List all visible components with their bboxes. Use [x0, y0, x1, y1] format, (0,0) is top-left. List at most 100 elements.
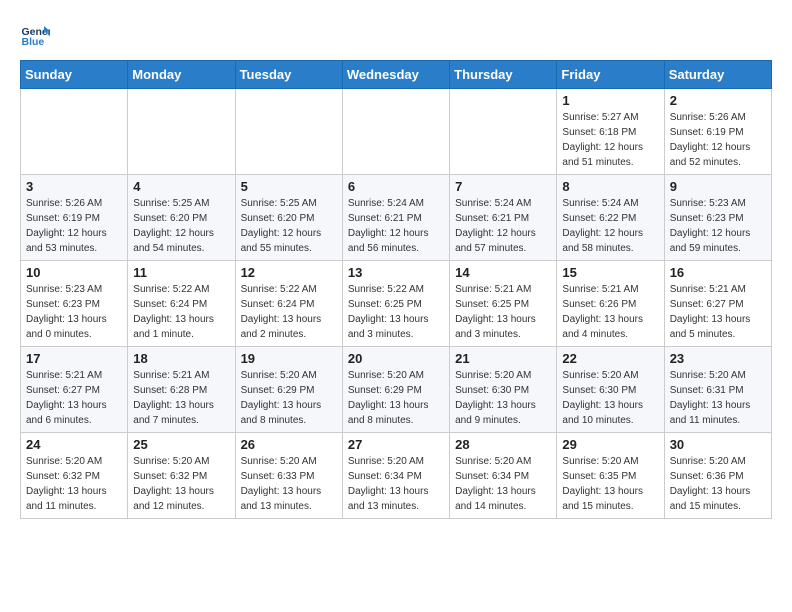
day-info: Sunrise: 5:20 AM Sunset: 6:33 PM Dayligh…	[241, 454, 337, 514]
day-info: Sunrise: 5:26 AM Sunset: 6:19 PM Dayligh…	[26, 196, 122, 256]
calendar-cell: 20Sunrise: 5:20 AM Sunset: 6:29 PM Dayli…	[342, 347, 449, 433]
calendar-cell: 27 Sunrise: 5:20 AM Sunset: 6:34 PM Dayli…	[342, 433, 449, 519]
day-info: Sunrise: 5:20 AM Sunset: 6:31 PM Dayligh…	[670, 368, 766, 428]
weekday-header: Monday	[128, 61, 235, 89]
day-number: 4	[133, 179, 229, 194]
day-info: Sunrise: 5:20 AM Sunset: 6:32 PM Dayligh…	[133, 454, 229, 514]
calendar-cell: 22 Sunrise: 5:20 AM Sunset: 6:30 PM Dayli…	[557, 347, 664, 433]
calendar-cell: 2 Sunrise: 5:26 AM Sunset: 6:19 PM Daylig…	[664, 89, 771, 175]
weekday-header: Saturday	[664, 61, 771, 89]
day-info: Sunrise: 5:22 AM Sunset: 6:25 PM Dayligh…	[348, 282, 444, 342]
day-number: 12	[241, 265, 337, 280]
day-number: 27	[348, 437, 444, 452]
day-number: 15	[562, 265, 658, 280]
day-number: 10	[26, 265, 122, 280]
day-number: 9	[670, 179, 766, 194]
calendar-cell	[128, 89, 235, 175]
day-info: Sunrise: 5:24 AM Sunset: 6:22 PM Dayligh…	[562, 196, 658, 256]
day-info: Sunrise: 5:22 AM Sunset: 6:24 PM Dayligh…	[133, 282, 229, 342]
calendar-cell: 6 Sunrise: 5:24 AM Sunset: 6:21 PM Daylig…	[342, 175, 449, 261]
calendar-cell	[450, 89, 557, 175]
calendar-cell	[235, 89, 342, 175]
day-number: 11	[133, 265, 229, 280]
day-number: 21	[455, 351, 551, 366]
calendar-cell: 1Sunrise: 5:27 AM Sunset: 6:18 PM Daylig…	[557, 89, 664, 175]
calendar-cell: 24 Sunrise: 5:20 AM Sunset: 6:32 PM Dayli…	[21, 433, 128, 519]
calendar-cell: 5 Sunrise: 5:25 AM Sunset: 6:20 PM Daylig…	[235, 175, 342, 261]
day-number: 16	[670, 265, 766, 280]
calendar-cell: 10Sunrise: 5:23 AM Sunset: 6:23 PM Dayli…	[21, 261, 128, 347]
day-info: Sunrise: 5:23 AM Sunset: 6:23 PM Dayligh…	[670, 196, 766, 256]
day-number: 18	[133, 351, 229, 366]
day-info: Sunrise: 5:25 AM Sunset: 6:20 PM Dayligh…	[241, 196, 337, 256]
calendar-cell: 8 Sunrise: 5:24 AM Sunset: 6:22 PM Daylig…	[557, 175, 664, 261]
day-number: 14	[455, 265, 551, 280]
day-info: Sunrise: 5:21 AM Sunset: 6:25 PM Dayligh…	[455, 282, 551, 342]
calendar-cell: 29 Sunrise: 5:20 AM Sunset: 6:35 PM Dayli…	[557, 433, 664, 519]
day-number: 24	[26, 437, 122, 452]
day-number: 5	[241, 179, 337, 194]
calendar-cell: 12 Sunrise: 5:22 AM Sunset: 6:24 PM Dayli…	[235, 261, 342, 347]
calendar: SundayMondayTuesdayWednesdayThursdayFrid…	[20, 60, 772, 519]
day-number: 28	[455, 437, 551, 452]
calendar-cell	[21, 89, 128, 175]
day-info: Sunrise: 5:21 AM Sunset: 6:27 PM Dayligh…	[26, 368, 122, 428]
day-info: Sunrise: 5:20 AM Sunset: 6:34 PM Dayligh…	[348, 454, 444, 514]
day-number: 2	[670, 93, 766, 108]
day-info: Sunrise: 5:20 AM Sunset: 6:30 PM Dayligh…	[562, 368, 658, 428]
calendar-cell: 23 Sunrise: 5:20 AM Sunset: 6:31 PM Dayli…	[664, 347, 771, 433]
weekday-header: Tuesday	[235, 61, 342, 89]
calendar-cell: 14 Sunrise: 5:21 AM Sunset: 6:25 PM Dayli…	[450, 261, 557, 347]
day-info: Sunrise: 5:20 AM Sunset: 6:34 PM Dayligh…	[455, 454, 551, 514]
calendar-cell: 11 Sunrise: 5:22 AM Sunset: 6:24 PM Dayli…	[128, 261, 235, 347]
calendar-cell: 16 Sunrise: 5:21 AM Sunset: 6:27 PM Dayli…	[664, 261, 771, 347]
calendar-cell	[342, 89, 449, 175]
day-number: 23	[670, 351, 766, 366]
day-number: 8	[562, 179, 658, 194]
calendar-cell: 13 Sunrise: 5:22 AM Sunset: 6:25 PM Dayli…	[342, 261, 449, 347]
svg-text:Blue: Blue	[22, 36, 45, 48]
calendar-cell: 7 Sunrise: 5:24 AM Sunset: 6:21 PM Daylig…	[450, 175, 557, 261]
day-number: 30	[670, 437, 766, 452]
calendar-cell: 17 Sunrise: 5:21 AM Sunset: 6:27 PM Dayli…	[21, 347, 128, 433]
day-info: Sunrise: 5:20 AM Sunset: 6:35 PM Dayligh…	[562, 454, 658, 514]
day-info: Sunrise: 5:25 AM Sunset: 6:20 PM Dayligh…	[133, 196, 229, 256]
day-info: Sunrise: 5:24 AM Sunset: 6:21 PM Dayligh…	[348, 196, 444, 256]
calendar-cell: 15 Sunrise: 5:21 AM Sunset: 6:26 PM Dayli…	[557, 261, 664, 347]
day-info: Sunrise: 5:20 AM Sunset: 6:29 PM Dayligh…	[241, 368, 337, 428]
calendar-cell: 9 Sunrise: 5:23 AM Sunset: 6:23 PM Daylig…	[664, 175, 771, 261]
weekday-header: Thursday	[450, 61, 557, 89]
day-info: Sunrise: 5:21 AM Sunset: 6:26 PM Dayligh…	[562, 282, 658, 342]
day-number: 17	[26, 351, 122, 366]
logo-icon: General Blue	[20, 20, 50, 50]
day-info: Sunrise: 5:26 AM Sunset: 6:19 PM Dayligh…	[670, 110, 766, 170]
calendar-cell: 25 Sunrise: 5:20 AM Sunset: 6:32 PM Dayli…	[128, 433, 235, 519]
weekday-header: Friday	[557, 61, 664, 89]
day-number: 26	[241, 437, 337, 452]
day-number: 13	[348, 265, 444, 280]
day-number: 6	[348, 179, 444, 194]
day-number: 19	[241, 351, 337, 366]
day-info: Sunrise: 5:20 AM Sunset: 6:32 PM Dayligh…	[26, 454, 122, 514]
weekday-header: Wednesday	[342, 61, 449, 89]
page-header: General Blue	[20, 20, 772, 50]
day-info: Sunrise: 5:20 AM Sunset: 6:30 PM Dayligh…	[455, 368, 551, 428]
day-info: Sunrise: 5:20 AM Sunset: 6:36 PM Dayligh…	[670, 454, 766, 514]
calendar-cell: 26 Sunrise: 5:20 AM Sunset: 6:33 PM Dayli…	[235, 433, 342, 519]
calendar-cell: 3 Sunrise: 5:26 AM Sunset: 6:19 PM Daylig…	[21, 175, 128, 261]
day-number: 29	[562, 437, 658, 452]
day-number: 22	[562, 351, 658, 366]
day-info: Sunrise: 5:21 AM Sunset: 6:28 PM Dayligh…	[133, 368, 229, 428]
day-number: 3	[26, 179, 122, 194]
day-info: Sunrise: 5:21 AM Sunset: 6:27 PM Dayligh…	[670, 282, 766, 342]
logo: General Blue	[20, 20, 54, 50]
day-info: Sunrise: 5:27 AM Sunset: 6:18 PM Dayligh…	[562, 110, 658, 170]
day-number: 25	[133, 437, 229, 452]
calendar-cell: 4 Sunrise: 5:25 AM Sunset: 6:20 PM Daylig…	[128, 175, 235, 261]
day-number: 7	[455, 179, 551, 194]
day-info: Sunrise: 5:24 AM Sunset: 6:21 PM Dayligh…	[455, 196, 551, 256]
weekday-header: Sunday	[21, 61, 128, 89]
calendar-cell: 28 Sunrise: 5:20 AM Sunset: 6:34 PM Dayli…	[450, 433, 557, 519]
day-info: Sunrise: 5:22 AM Sunset: 6:24 PM Dayligh…	[241, 282, 337, 342]
calendar-cell: 30 Sunrise: 5:20 AM Sunset: 6:36 PM Dayli…	[664, 433, 771, 519]
